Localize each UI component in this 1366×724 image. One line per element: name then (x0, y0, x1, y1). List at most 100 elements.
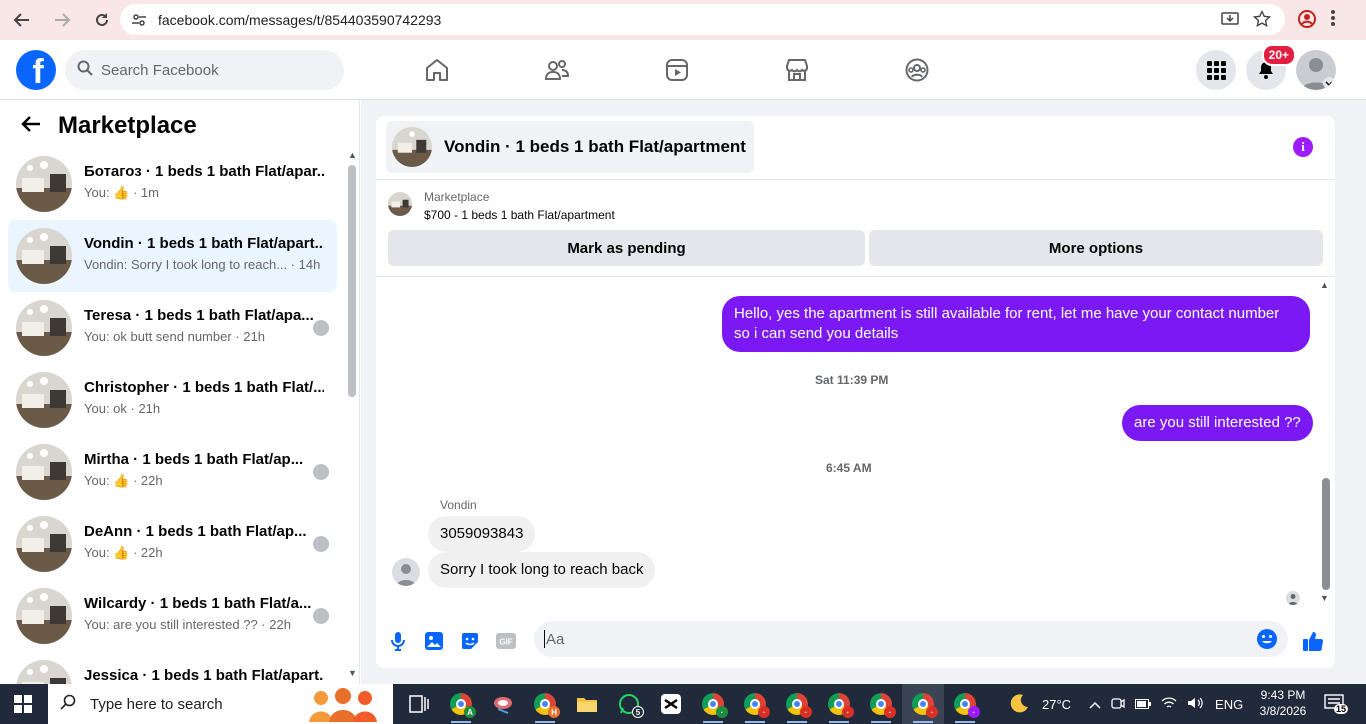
message-placeholder: Aa (546, 630, 565, 648)
menu-grid-icon[interactable] (1196, 50, 1236, 90)
chrome-window-icon[interactable]: · (818, 684, 860, 724)
timestamp: Sat 11:39 PM (815, 373, 889, 387)
conversation-preview: You: ok butt send number · 21h (84, 329, 265, 344)
bookmark-star-icon[interactable] (1252, 9, 1272, 33)
marketplace-icon[interactable] (760, 40, 880, 100)
emoji-icon[interactable] (1256, 628, 1278, 655)
conversation-item[interactable]: Christopher · 1 beds 1 bath Flat/... You:… (8, 364, 337, 436)
site-settings-icon[interactable] (124, 12, 154, 28)
incoming-message[interactable]: 3059093843 (428, 516, 536, 552)
more-options-button[interactable]: More options (869, 230, 1323, 266)
incoming-message[interactable]: Sorry I took long to reach back (428, 552, 656, 588)
conversation-item[interactable]: Mirtha · 1 beds 1 bath Flat/ap... You: 👍 … (8, 436, 337, 508)
weather-temperature[interactable]: 27°C (1042, 697, 1071, 712)
conversation-item[interactable]: Ботагоз · 1 beds 1 bath Flat/apar... You:… (8, 148, 337, 220)
message-input[interactable]: Aa (534, 621, 1288, 657)
scroll-down-arrow-icon[interactable]: ▼ (348, 668, 357, 678)
sticker-icon[interactable] (458, 629, 482, 653)
battery-icon[interactable] (1135, 697, 1152, 712)
conversation-thumbnail (16, 588, 72, 644)
conversation-item[interactable]: Jessica · 1 beds 1 bath Flat/apart... (8, 652, 337, 684)
snip-tool-icon[interactable] (482, 684, 524, 724)
info-icon[interactable]: i (1293, 137, 1313, 157)
conversation-preview: You: ok · 21h (84, 401, 161, 416)
groups-icon[interactable] (880, 40, 1000, 100)
outgoing-message[interactable]: Hello, yes the apartment is still availa… (722, 296, 1310, 352)
microphone-icon[interactable] (386, 629, 410, 653)
friends-icon[interactable] (520, 40, 640, 100)
mark-as-pending-button[interactable]: Mark as pending (388, 230, 865, 266)
conversation-name: Mirtha · 1 beds 1 bath Flat/ap... (84, 451, 304, 468)
input-language[interactable]: ENG (1215, 697, 1243, 712)
scroll-down-arrow-icon[interactable]: ▼ (1320, 593, 1329, 603)
home-icon[interactable] (400, 40, 520, 100)
chat-scrollbar[interactable] (1322, 478, 1330, 590)
chat-header[interactable]: Vondin · 1 beds 1 bath Flat/apartment (386, 121, 754, 173)
conversation-name: Jessica · 1 beds 1 bath Flat/apart... (84, 667, 324, 684)
conversation-list-scrollbar[interactable] (348, 165, 356, 397)
chrome-window-icon[interactable]: · (860, 684, 902, 724)
volume-icon[interactable] (1187, 696, 1203, 713)
action-center-icon[interactable]: 15 (1324, 694, 1349, 717)
meet-now-icon[interactable] (1111, 696, 1125, 713)
gif-icon[interactable]: GIF (494, 629, 518, 653)
taskbar-search-input[interactable]: Type here to search (48, 684, 393, 724)
outgoing-message[interactable]: are you still interested ?? (1122, 405, 1313, 441)
chrome-window-icon[interactable]: · (692, 684, 734, 724)
wifi-icon[interactable] (1161, 696, 1177, 713)
conversation-thumbnail (16, 444, 72, 500)
chrome-window-icon[interactable]: · (734, 684, 776, 724)
svg-text:GIF: GIF (499, 638, 512, 647)
conversation-item[interactable]: DeAnn · 1 beds 1 bath Flat/ap... You: 👍 ·… (8, 508, 337, 580)
back-arrow-icon[interactable] (20, 113, 42, 140)
conversation-item[interactable]: Wilcardy · 1 beds 1 bath Flat/a... You: a… (8, 580, 337, 652)
listing-source-label: Marketplace (424, 190, 490, 204)
conversation-item[interactable]: Vondin · 1 beds 1 bath Flat/apart... Vond… (8, 220, 337, 292)
capcut-icon[interactable] (650, 684, 692, 724)
chrome-profile-a-icon[interactable]: A (440, 684, 482, 724)
windows-start-icon[interactable] (14, 695, 32, 718)
search-input[interactable]: Search Facebook (65, 50, 344, 90)
watch-icon[interactable] (640, 40, 760, 100)
conversation-list-panel: Marketplace Ботагоз · 1 beds 1 bath Flat… (0, 100, 360, 684)
clock-time: 9:43 PM (1260, 688, 1306, 702)
browser-menu-icon[interactable] (1330, 8, 1336, 33)
like-thumb-icon[interactable] (1301, 629, 1325, 653)
scroll-up-arrow-icon[interactable]: ▲ (1320, 280, 1329, 290)
main-nav (400, 40, 1000, 100)
listing-small-thumbnail (388, 192, 412, 216)
conversation-name: Vondin · 1 beds 1 bath Flat/apart... (84, 235, 324, 252)
tray-chevron-up-icon[interactable] (1089, 697, 1101, 712)
forward-icon[interactable] (44, 2, 80, 38)
read-receipt-avatar (313, 608, 329, 624)
notification-count: 15 (1334, 704, 1349, 714)
address-bar[interactable]: facebook.com/messages/t/854403590742293 (120, 4, 1285, 35)
file-explorer-icon[interactable] (566, 684, 608, 724)
facebook-logo-icon[interactable]: f (16, 50, 56, 90)
conversation-item[interactable]: Teresa · 1 beds 1 bath Flat/apa... You: o… (8, 292, 337, 364)
task-view-icon[interactable] (398, 684, 440, 724)
chrome-window-active-icon[interactable]: · (902, 684, 944, 724)
seen-avatar (1286, 591, 1300, 605)
browser-profile-icon[interactable] (1296, 8, 1318, 35)
conversation-name: Ботагоз · 1 beds 1 bath Flat/apar... (84, 163, 324, 180)
notifications-bell-icon[interactable]: 20+ (1246, 44, 1296, 90)
account-avatar[interactable] (1296, 50, 1336, 90)
chrome-window-icon[interactable]: · (776, 684, 818, 724)
sender-avatar[interactable] (392, 558, 420, 586)
chat-window: Vondin · 1 beds 1 bath Flat/apartment i … (376, 116, 1335, 668)
panel-title: Marketplace (58, 112, 197, 139)
moon-weather-icon[interactable] (1008, 692, 1030, 717)
photo-icon[interactable] (422, 629, 446, 653)
clock[interactable]: 9:43 PM 3/8/2026 (1256, 687, 1310, 719)
chrome-profile-h-icon[interactable]: H (524, 684, 566, 724)
chrome-window-icon[interactable]: · (944, 684, 986, 724)
back-icon[interactable] (4, 2, 40, 38)
listing-price[interactable]: $700 - 1 beds 1 bath Flat/apartment (424, 208, 615, 222)
install-app-icon[interactable] (1221, 10, 1239, 33)
scroll-up-arrow-icon[interactable]: ▲ (348, 150, 357, 160)
reload-icon[interactable] (84, 2, 120, 38)
notification-badge: 20+ (1261, 44, 1296, 66)
conversation-preview: You: 👍 · 22h (84, 545, 163, 560)
whatsapp-icon[interactable]: 5 (608, 684, 650, 724)
